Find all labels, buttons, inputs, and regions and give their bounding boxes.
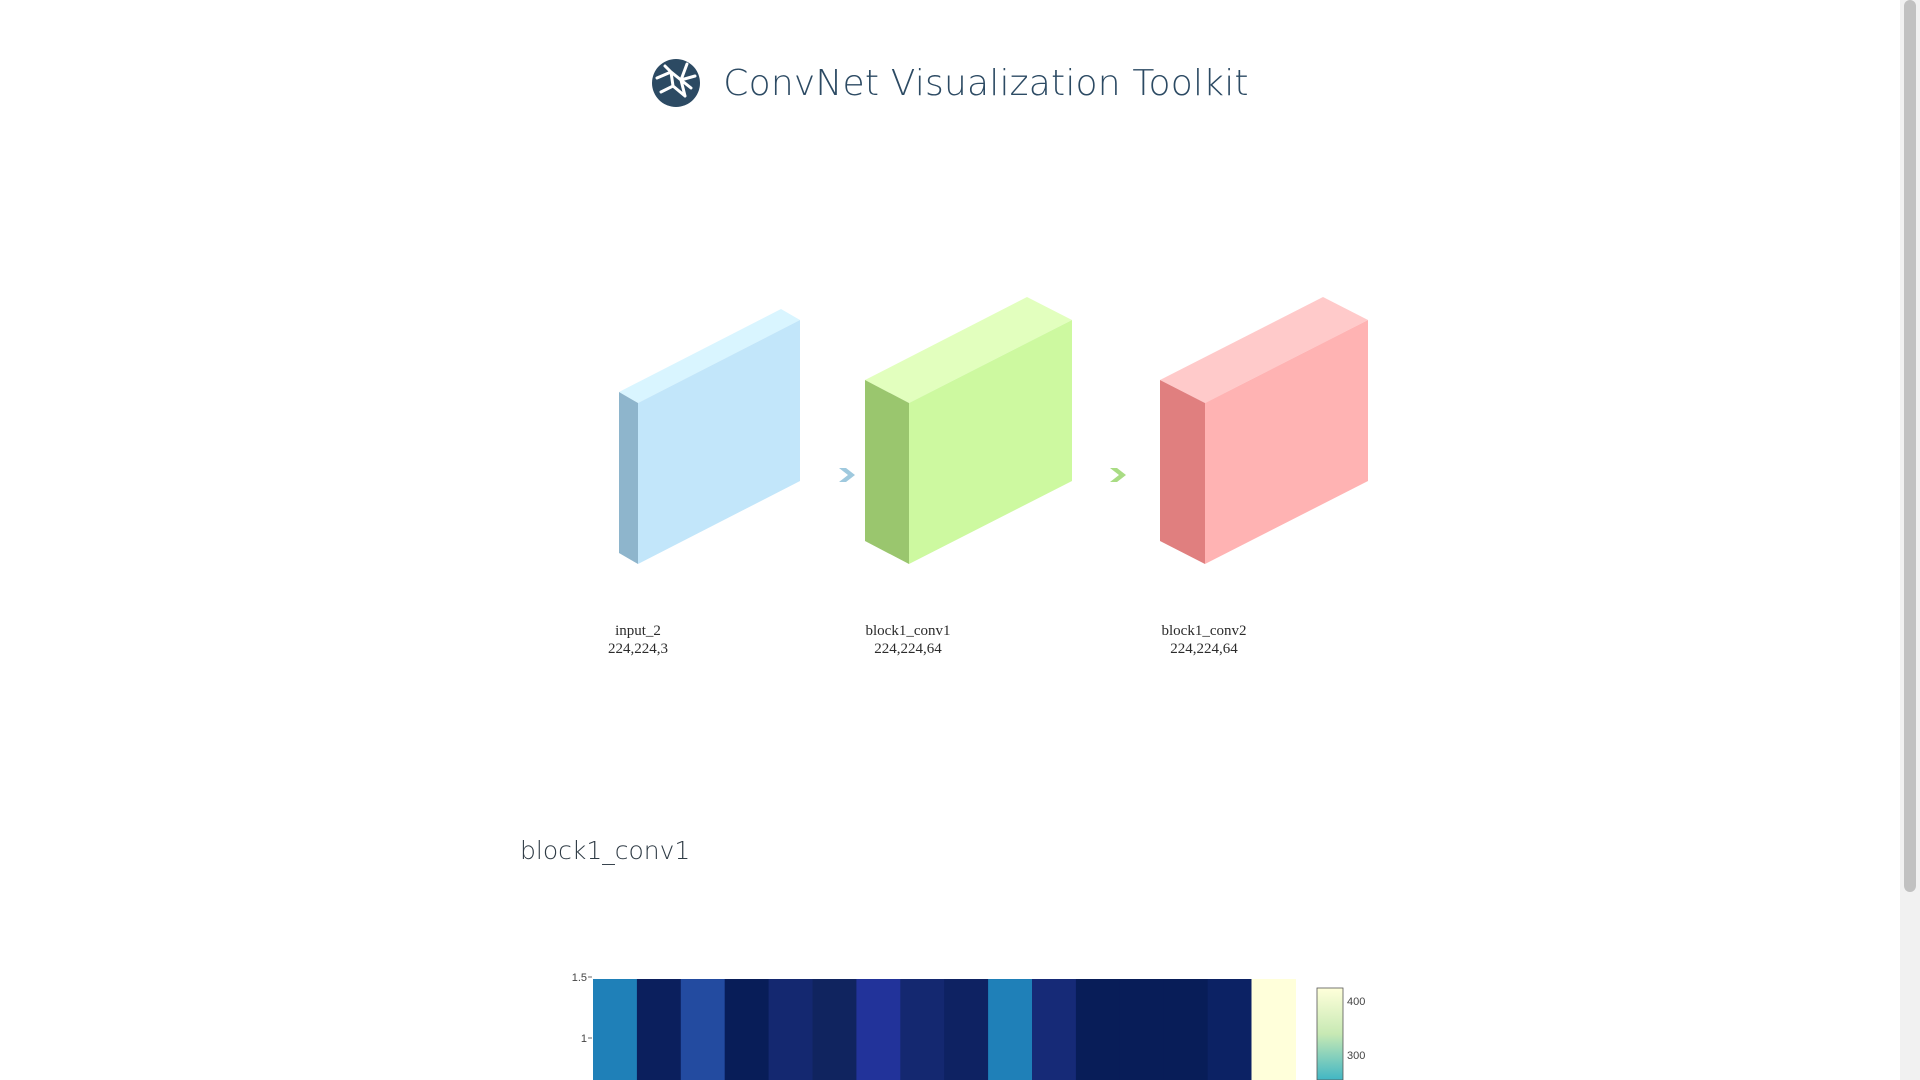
layer-shape: 224,224,64: [1170, 641, 1238, 657]
y-tick-label: 1.5: [572, 972, 587, 984]
heatmap-cell[interactable]: [900, 979, 945, 1080]
vertical-scrollbar[interactable]: [1900, 0, 1920, 1080]
heatmap-cell[interactable]: [812, 979, 858, 1080]
heatmap-cell[interactable]: [1032, 979, 1077, 1080]
layer-name: block1_conv2: [1161, 623, 1247, 639]
layer-shape: 224,224,3: [608, 641, 668, 657]
chevron-right-icon: [839, 468, 855, 482]
heatmap-cell[interactable]: [856, 979, 901, 1080]
selected-layer-title: block1_conv1: [520, 836, 691, 865]
heatmap-cell[interactable]: [1163, 979, 1209, 1080]
heatmap-y-axis: 1.51: [572, 972, 592, 1045]
colorbar-tick-label: 300: [1347, 1050, 1365, 1062]
network-diagram: [619, 297, 1368, 564]
layer-block-input-2[interactable]: [619, 309, 800, 564]
heatmap-cell[interactable]: [1251, 979, 1297, 1080]
heatmap-cell[interactable]: [1075, 979, 1121, 1080]
colorbar: 400 300: [1316, 987, 1365, 1080]
layer-side-face: [619, 392, 638, 564]
layer-side-face: [865, 380, 909, 564]
heatmap-cell[interactable]: [724, 979, 770, 1080]
colorbar-tick-label: 400: [1347, 996, 1365, 1008]
heatmap-cell[interactable]: [768, 979, 814, 1080]
layer-block-block1-conv2[interactable]: [1160, 297, 1368, 564]
colorbar-gradient: [1316, 987, 1344, 1080]
heatmap-cell[interactable]: [593, 979, 638, 1080]
layer-label-block1-conv1: block1_conv1 224,224,64: [818, 622, 998, 658]
layer-label-input-2: input_2 224,224,3: [548, 622, 728, 658]
layer-block-block1-conv1[interactable]: [865, 297, 1072, 564]
heatmap-cell[interactable]: [988, 979, 1033, 1080]
heatmap-cell[interactable]: [944, 979, 989, 1080]
y-tick-label: 1: [581, 1033, 587, 1045]
heatmap-cells: [593, 979, 1296, 1080]
colorbar-ticks: 400 300: [1347, 996, 1365, 1062]
layer-shape: 224,224,64: [874, 641, 942, 657]
layer-label-block1-conv2: block1_conv2 224,224,64: [1114, 622, 1294, 658]
layer-name: input_2: [615, 623, 661, 639]
layer-side-face: [1160, 380, 1205, 564]
layer-name: block1_conv1: [865, 623, 951, 639]
scrollbar-thumb[interactable]: [1904, 0, 1916, 892]
heatmap-cell[interactable]: [1207, 979, 1253, 1080]
activation-heatmap[interactable]: 1.51 400300: [550, 970, 1370, 1080]
heatmap-cell[interactable]: [1119, 979, 1165, 1080]
chevron-right-icon: [1110, 468, 1126, 482]
heatmap-cell[interactable]: [636, 979, 682, 1080]
heatmap-cell[interactable]: [680, 979, 726, 1080]
